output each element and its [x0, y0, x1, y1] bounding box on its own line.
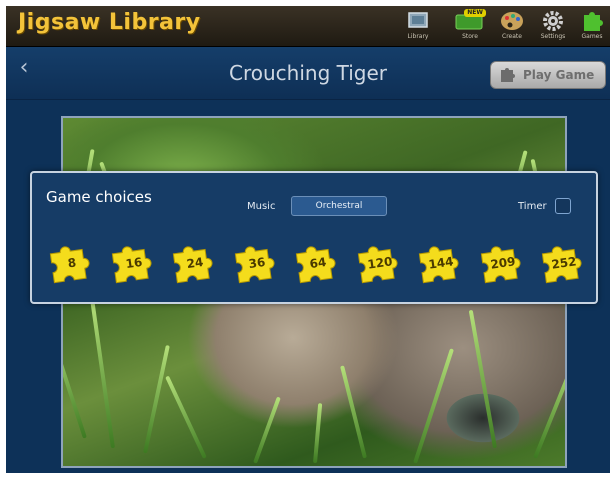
music-label: Music [247, 201, 276, 212]
puzzle-title: Crouching Tiger [229, 61, 387, 85]
grass-blade [533, 355, 565, 459]
back-button[interactable]: ‹ [14, 55, 34, 81]
play-game-button[interactable]: Play Game [490, 61, 606, 89]
puzzle-pieces-icon [501, 68, 515, 82]
toolbar-create-label: Create [502, 33, 522, 40]
timer-label: Timer [518, 201, 547, 212]
piece-count-option[interactable]: 144 [413, 237, 469, 291]
puzzle-piece-icon [584, 12, 603, 31]
toolbar-store-button[interactable]: NEW Store [450, 9, 490, 45]
play-game-label: Play Game [523, 68, 595, 82]
app-title: Jigsaw Library [18, 10, 201, 35]
toolbar-library-label: Library [407, 33, 429, 40]
app-top-bar: Jigsaw Library Library NEW Store Create [6, 6, 610, 47]
piece-count-option[interactable]: 120 [352, 237, 408, 291]
piece-count-option[interactable]: 24 [167, 237, 223, 291]
jigsaw-app: Jigsaw Library Library NEW Store Create [6, 6, 610, 473]
piece-count-option[interactable]: 36 [229, 237, 285, 291]
library-icon [408, 12, 428, 28]
piece-count-option[interactable]: 8 [44, 237, 100, 291]
toolbar-games-button[interactable]: Games [572, 9, 610, 45]
grass-blade [90, 299, 115, 449]
title-bar: ‹ Crouching Tiger Play Game [6, 47, 610, 100]
toolbar-library-button[interactable]: Library [398, 9, 438, 45]
grass-blade [313, 403, 323, 464]
game-choices-panel: Game choices Music Orchestral Timer 8 16 2… [30, 171, 598, 304]
timer-checkbox[interactable] [555, 198, 571, 214]
toolbar-games-label: Games [581, 33, 603, 40]
grass-blade [165, 375, 207, 459]
toolbar-settings-button[interactable]: Settings [533, 9, 573, 45]
store-new-badge: NEW [464, 9, 486, 17]
piece-count-option[interactable]: 16 [106, 237, 162, 291]
toolbar-create-button[interactable]: Create [492, 9, 532, 45]
grass-blade [413, 348, 454, 464]
grass-blade [340, 365, 367, 459]
music-select[interactable]: Orchestral [291, 196, 387, 216]
game-choices-title: Game choices [46, 188, 152, 206]
palette-icon [501, 12, 523, 30]
toolbar-settings-label: Settings [540, 33, 566, 40]
toolbar-store-label: Store [462, 33, 478, 40]
piece-count-option[interactable]: 209 [475, 237, 531, 291]
chevron-left-icon: ‹ [19, 55, 29, 80]
piece-count-option[interactable]: 252 [536, 237, 592, 291]
gear-icon [543, 11, 563, 31]
grass-blade [143, 344, 170, 454]
grass-blade [468, 309, 497, 449]
piece-count-option[interactable]: 64 [290, 237, 346, 291]
grass-blade [253, 396, 281, 464]
grass-blade [63, 323, 87, 439]
